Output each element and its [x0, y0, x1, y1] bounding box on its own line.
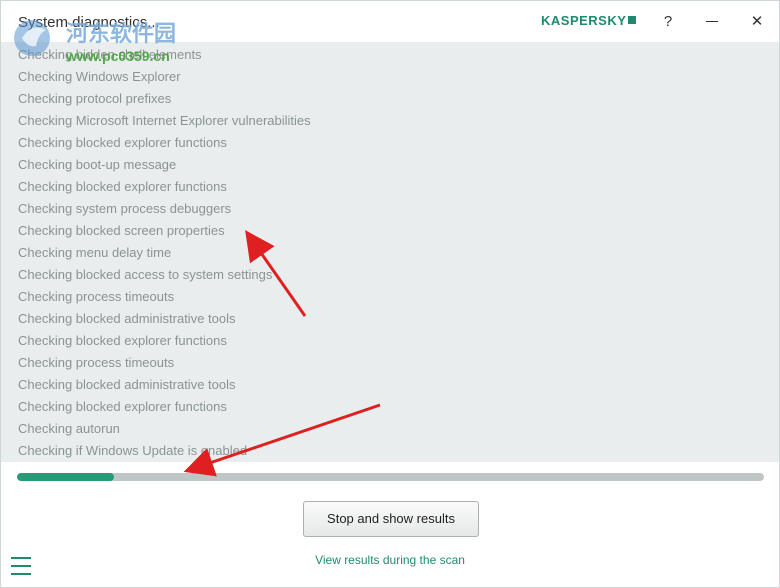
minimize-icon	[706, 21, 718, 22]
log-line: Checking protocol prefixes	[18, 91, 172, 106]
app-window: System diagnostics... KASPERSKY ? ✕ Chec…	[0, 0, 780, 588]
log-line: Checking blocked administrative tools	[18, 377, 236, 392]
brand-text: KASPERSKY	[541, 13, 627, 28]
log-line: Checking blocked explorer functions	[18, 399, 227, 414]
progress-fill	[17, 473, 115, 481]
log-line: Checking menu delay time	[18, 245, 172, 260]
log-line: Checking Microsoft Internet Explorer vul…	[18, 113, 311, 128]
log-line: Checking blocked explorer functions	[18, 333, 227, 348]
log-line: Checking blocked administrative tools	[18, 311, 236, 326]
close-button[interactable]: ✕	[746, 11, 768, 33]
log-line: Checking autorun	[18, 421, 120, 436]
title-bar: System diagnostics... KASPERSKY ? ✕	[1, 1, 779, 42]
view-results-link[interactable]: View results during the scan	[1, 553, 779, 567]
help-button[interactable]: ?	[657, 11, 679, 33]
log-line: Checking process timeouts	[18, 355, 175, 370]
kaspersky-logo: KASPERSKY	[541, 13, 637, 28]
hamburger-menu-icon[interactable]	[11, 557, 33, 577]
window-title: System diagnostics...	[18, 14, 160, 31]
log-line: Checking blocked screen properties	[18, 223, 225, 238]
minimize-button[interactable]	[701, 11, 723, 33]
log-line: Checking hidden shell elements	[18, 47, 202, 62]
log-line: Checking process timeouts	[18, 289, 175, 304]
log-line: Checking Windows Explorer	[18, 69, 181, 84]
stop-and-show-results-button[interactable]: Stop and show results	[303, 501, 479, 537]
log-line: Checking blocked access to system settin…	[18, 267, 273, 282]
log-line: Checking system process debuggers	[18, 201, 232, 216]
log-line: Checking boot-up message	[18, 157, 177, 172]
log-line: Checking blocked explorer functions	[18, 179, 227, 194]
progress-bar	[17, 473, 764, 481]
diagnostics-log: Checking hidden shell elements Checking W…	[1, 42, 779, 462]
log-line: Checking blocked explorer functions	[18, 135, 227, 150]
brand-badge-icon	[628, 16, 637, 24]
log-line: Checking if Windows Update is enabled	[18, 443, 248, 458]
